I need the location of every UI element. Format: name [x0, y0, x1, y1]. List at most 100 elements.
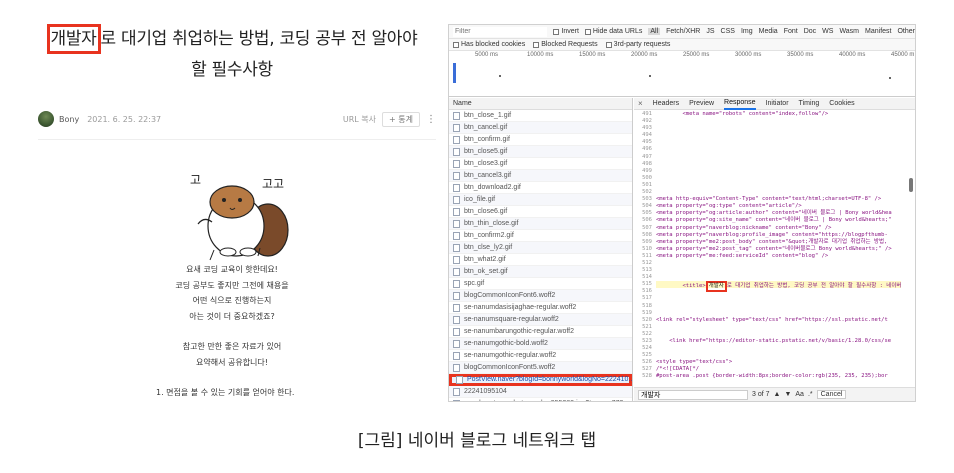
- author-name[interactable]: Bony: [59, 115, 79, 124]
- response-source[interactable]: 491 <meta name="robots" content="index,f…: [634, 111, 907, 387]
- tab-initiator[interactable]: Initiator: [766, 100, 789, 107]
- search-input[interactable]: [638, 389, 748, 400]
- type-tab-other[interactable]: Other: [897, 28, 915, 35]
- has-blocked-cookies-checkbox[interactable]: Has blocked cookies: [453, 41, 525, 48]
- request-row[interactable]: btn_confirm.gif: [449, 134, 632, 146]
- request-row[interactable]: btn_close_1.gif: [449, 110, 632, 122]
- close-icon[interactable]: ×: [638, 99, 643, 108]
- line-number: 505: [642, 210, 652, 217]
- request-name: blogCommonIconFont6.woff2: [464, 291, 556, 299]
- tab-headers[interactable]: Headers: [653, 100, 679, 107]
- request-row[interactable]: 22241095104: [449, 386, 632, 398]
- request-row[interactable]: btn_cancel.gif: [449, 122, 632, 134]
- type-tab-js[interactable]: JS: [706, 28, 714, 35]
- code-line: 524: [634, 345, 907, 352]
- code-line: 498: [634, 161, 907, 168]
- tab-timing[interactable]: Timing: [799, 100, 820, 107]
- request-name: se-nanumsquare-regular.woff2: [464, 315, 559, 323]
- request-row[interactable]: btn_thin_close.gif: [449, 218, 632, 230]
- request-row[interactable]: pexels-cytonn-photography-955389.jpg?typ…: [449, 398, 632, 401]
- tab-preview[interactable]: Preview: [689, 100, 714, 107]
- type-tab-fetch[interactable]: Fetch/XHR: [666, 28, 700, 35]
- type-tab-doc[interactable]: Doc: [804, 28, 816, 35]
- code-text: <meta property="me2:post_body" content="…: [656, 238, 888, 245]
- type-tab-all[interactable]: All: [648, 28, 661, 35]
- mascot-text-right: 고고: [262, 177, 284, 191]
- request-row[interactable]: btn_clse_ly2.gif: [449, 242, 632, 254]
- scrollbar-thumb[interactable]: [909, 178, 913, 192]
- request-row[interactable]: btn_confirm2.gif: [449, 230, 632, 242]
- filter-input[interactable]: [453, 26, 548, 37]
- code-line: 500: [634, 175, 907, 182]
- code-text: <meta property="me2:post_tag" content="네…: [656, 245, 892, 252]
- hide-data-urls-checkbox[interactable]: Hide data URLs: [584, 28, 642, 35]
- timeline-dot: [499, 75, 501, 77]
- search-prev-icon[interactable]: ▲: [774, 391, 781, 398]
- file-icon: [453, 135, 460, 144]
- request-row[interactable]: btn_ok_set.gif: [449, 266, 632, 278]
- request-row[interactable]: se-nanumgothic-regular.woff2: [449, 350, 632, 362]
- line-number: 527: [642, 366, 652, 373]
- mascot-text-left: 고: [190, 173, 201, 187]
- match-case-button[interactable]: Aa: [795, 391, 804, 398]
- search-next-icon[interactable]: ▼: [784, 391, 791, 398]
- request-name: btn_ok_set.gif: [464, 267, 508, 275]
- request-row[interactable]: btn_close6.gif: [449, 206, 632, 218]
- file-icon: [453, 363, 460, 372]
- request-row-postview[interactable]: PostView.naver?blogId=bonnyworld&logNo=2…: [449, 374, 632, 386]
- more-vertical-icon[interactable]: ⋮: [426, 114, 436, 125]
- cancel-button[interactable]: Cancel: [816, 390, 847, 399]
- regex-button[interactable]: .*: [808, 391, 813, 398]
- request-row[interactable]: btn_close5.gif: [449, 146, 632, 158]
- request-row[interactable]: blogCommonIconFont6.woff2: [449, 290, 632, 302]
- file-icon: [453, 231, 460, 240]
- type-tab-wasm[interactable]: Wasm: [839, 28, 859, 35]
- request-row[interactable]: btn_download2.gif: [449, 182, 632, 194]
- type-tab-ws[interactable]: WS: [822, 28, 833, 35]
- request-row[interactable]: btn_cancel3.gif: [449, 170, 632, 182]
- line-number: 514: [642, 274, 652, 281]
- url-copy-button[interactable]: URL 복사: [343, 114, 376, 125]
- stats-button[interactable]: + 통계: [382, 111, 420, 127]
- request-row[interactable]: blogCommonIconFont5.woff2: [449, 362, 632, 374]
- request-row[interactable]: spc.gif: [449, 278, 632, 290]
- name-column-header[interactable]: Name: [449, 98, 632, 110]
- timeline-waterfall-bar: [453, 63, 456, 83]
- file-icon: [453, 327, 460, 336]
- line-number: 516: [642, 288, 652, 295]
- post-title: 개발자 로 대기업 취업하는 방법, 코딩 공부 전 알아야 할 필수사항: [28, 24, 436, 86]
- type-tab-css[interactable]: CSS: [721, 28, 735, 35]
- code-line: 497: [634, 154, 907, 161]
- code-text: <meta http-equiv="Content-Type" content=…: [656, 196, 882, 203]
- code-text: <meta property="naverblog:nickname" cont…: [656, 224, 832, 231]
- squirrel-mascot-image: 고 고고: [190, 173, 289, 261]
- line-number: 501: [642, 181, 652, 188]
- file-icon: [453, 219, 460, 228]
- request-row[interactable]: se-nanumgothic-bold.woff2: [449, 338, 632, 350]
- tab-response[interactable]: Response: [724, 98, 756, 110]
- type-tab-manifest[interactable]: Manifest: [865, 28, 891, 35]
- line-number: 495: [642, 139, 652, 146]
- file-icon: [453, 255, 460, 264]
- code-line: 509 <meta property="me2:post_body" conten…: [634, 239, 907, 246]
- code-line: 503 <meta http-equiv="Content-Type" conte…: [634, 196, 907, 203]
- tab-cookies[interactable]: Cookies: [829, 100, 854, 107]
- invert-checkbox[interactable]: Invert: [553, 28, 579, 35]
- type-tab-media[interactable]: Media: [759, 28, 778, 35]
- request-row[interactable]: btn_close3.gif: [449, 158, 632, 170]
- type-tab-img[interactable]: Img: [741, 28, 753, 35]
- request-row[interactable]: se-nanumdasisijaghae-regular.woff2: [449, 302, 632, 314]
- title-rest: 로 대기업 취업하는 방법, 코딩 공부 전 알아야: [100, 29, 418, 49]
- request-row[interactable]: se-nanumbarungothic-regular.woff2: [449, 326, 632, 338]
- timeline-tick: 40000 ms: [839, 52, 866, 58]
- blocked-requests-checkbox[interactable]: Blocked Requests: [533, 41, 598, 48]
- network-timeline[interactable]: 5000 ms 10000 ms 15000 ms 20000 ms 25000…: [449, 51, 915, 97]
- request-row[interactable]: se-nanumsquare-regular.woff2: [449, 314, 632, 326]
- timeline-tick: 45000 m: [891, 52, 915, 58]
- request-row[interactable]: ico_file.gif: [449, 194, 632, 206]
- avatar[interactable]: [38, 111, 54, 127]
- third-party-checkbox[interactable]: 3rd-party requests: [605, 41, 670, 48]
- line-number: 498: [642, 160, 652, 167]
- type-tab-font[interactable]: Font: [784, 28, 798, 35]
- request-row[interactable]: btn_what2.gif: [449, 254, 632, 266]
